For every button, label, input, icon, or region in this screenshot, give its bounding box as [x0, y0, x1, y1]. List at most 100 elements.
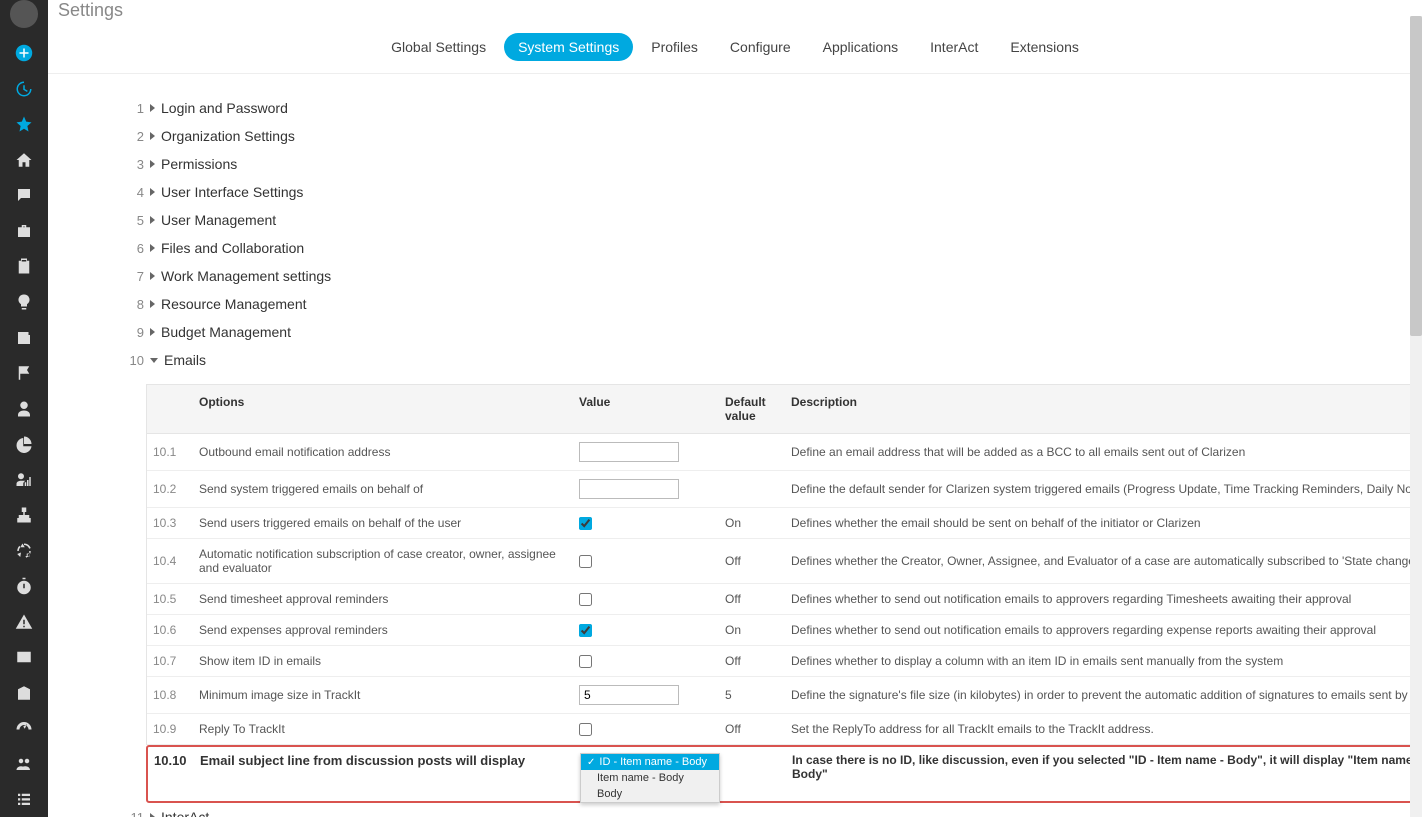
setting-row-10.5: 10.5Send timesheet approval reminders Off…	[147, 584, 1422, 615]
org-icon[interactable]	[0, 497, 48, 533]
setting-row-10.2: 10.2Send system triggered emails on beha…	[147, 471, 1422, 508]
avatar-icon[interactable]	[10, 0, 38, 28]
section-2[interactable]: 2Organization Settings	[118, 122, 1412, 150]
tab-extensions[interactable]: Extensions	[996, 33, 1092, 61]
briefcase-icon[interactable]	[0, 213, 48, 249]
setting-row-10.8: 10.8Minimum image size in TrackIt5Define…	[147, 677, 1422, 714]
row-value	[573, 615, 719, 645]
row-num: 10.9	[147, 714, 193, 744]
value-input[interactable]	[579, 479, 679, 499]
section-10[interactable]: 10Emails	[118, 346, 1412, 374]
row-description: Define an email address that will be add…	[785, 434, 1422, 470]
row-default: Off	[719, 584, 785, 614]
recycle-icon[interactable]	[0, 533, 48, 569]
row-num: 10.7	[147, 646, 193, 676]
caret-icon	[150, 813, 155, 817]
row-option: Show item ID in emails	[193, 646, 573, 676]
emails-table: OptionsValueDefault valueDescription10.1…	[146, 384, 1422, 745]
value-checkbox[interactable]	[579, 624, 592, 637]
dropdown-list: ID - Item name - BodyItem name - BodyBod…	[580, 753, 720, 803]
gauge-icon[interactable]	[0, 710, 48, 746]
section-number: 2	[118, 129, 144, 144]
section-label: Emails	[164, 352, 206, 368]
chat-icon[interactable]	[0, 178, 48, 214]
row-default: Off	[719, 714, 785, 744]
row-option: Send timesheet approval reminders	[193, 584, 573, 614]
section-5[interactable]: 5User Management	[118, 206, 1412, 234]
dropdown-option[interactable]: Item name - Body	[581, 770, 719, 786]
row-value	[573, 434, 719, 470]
row-num: 10.5	[147, 584, 193, 614]
tab-applications[interactable]: Applications	[809, 33, 913, 61]
row-num: 10.6	[147, 615, 193, 645]
row-num: 10.2	[147, 471, 193, 507]
recent-icon[interactable]	[0, 71, 48, 107]
section-label: InterAct	[161, 809, 209, 817]
setting-row-10.9: 10.9Reply To TrackItOffSet the ReplyTo a…	[147, 714, 1422, 745]
row-option: Automatic notification subscription of c…	[193, 539, 573, 583]
section-11[interactable]: 11 InterAct	[118, 803, 1412, 817]
setting-row-10.4: 10.4Automatic notification subscription …	[147, 539, 1422, 584]
row-value	[573, 714, 719, 744]
th-options: Options	[193, 385, 573, 433]
row-option: Send system triggered emails on behalf o…	[193, 471, 573, 507]
userchart-icon[interactable]	[0, 462, 48, 498]
scrollbar[interactable]	[1410, 16, 1422, 817]
section-8[interactable]: 8Resource Management	[118, 290, 1412, 318]
tab-configure[interactable]: Configure	[716, 33, 805, 61]
bulb-icon[interactable]	[0, 284, 48, 320]
section-number: 5	[118, 213, 144, 228]
section-9[interactable]: 9 Budget Management	[118, 318, 1412, 346]
row-description: Define the signature's file size (in kil…	[785, 677, 1422, 713]
list-icon[interactable]	[0, 781, 48, 817]
row-value	[573, 508, 719, 538]
people-icon[interactable]	[0, 746, 48, 782]
value-input[interactable]	[579, 442, 679, 462]
star-icon[interactable]	[0, 107, 48, 143]
flag-icon[interactable]	[0, 355, 48, 391]
caret-icon	[150, 188, 155, 196]
section-number: 11	[118, 810, 144, 817]
news-icon[interactable]	[0, 320, 48, 356]
row-default: 5	[719, 677, 785, 713]
value-checkbox[interactable]	[579, 555, 592, 568]
row-value	[573, 539, 719, 583]
section-3[interactable]: 3Permissions	[118, 150, 1412, 178]
section-number: 7	[118, 269, 144, 284]
section-1[interactable]: 1Login and Password	[118, 94, 1412, 122]
tab-interact[interactable]: InterAct	[916, 33, 992, 61]
value-checkbox[interactable]	[579, 723, 592, 736]
scrollbar-thumb[interactable]	[1410, 16, 1422, 336]
row-option: Send users triggered emails on behalf of…	[193, 508, 573, 538]
section-number: 9	[118, 325, 144, 340]
tab-global-settings[interactable]: Global Settings	[377, 33, 500, 61]
building-icon[interactable]	[0, 675, 48, 711]
tab-system-settings[interactable]: System Settings	[504, 33, 633, 61]
value-checkbox[interactable]	[579, 655, 592, 668]
value-checkbox[interactable]	[579, 593, 592, 606]
tab-profiles[interactable]: Profiles	[637, 33, 712, 61]
value-input[interactable]	[579, 685, 679, 705]
plus-icon[interactable]	[0, 36, 48, 72]
section-4[interactable]: 4User Interface Settings	[118, 178, 1412, 206]
alert-icon[interactable]	[0, 604, 48, 640]
dropdown-option[interactable]: Body	[581, 786, 719, 802]
home-icon[interactable]	[0, 142, 48, 178]
section-label: Budget Management	[161, 324, 291, 340]
section-6[interactable]: 6Files and Collaboration	[118, 234, 1412, 262]
user-icon[interactable]	[0, 391, 48, 427]
section-label: Resource Management	[161, 296, 307, 312]
section-label: Work Management settings	[161, 268, 331, 284]
dropdown-option[interactable]: ID - Item name - Body	[581, 754, 719, 770]
stopwatch-icon[interactable]	[0, 568, 48, 604]
th-description: Description	[785, 385, 1422, 433]
section-number: 4	[118, 185, 144, 200]
value-checkbox[interactable]	[579, 517, 592, 530]
pie-icon[interactable]	[0, 426, 48, 462]
card-icon[interactable]	[0, 639, 48, 675]
caret-icon	[150, 104, 155, 112]
row-default: On	[719, 508, 785, 538]
clipboard-icon[interactable]	[0, 249, 48, 285]
left-nav	[0, 0, 48, 817]
section-7[interactable]: 7 Work Management settings	[118, 262, 1412, 290]
